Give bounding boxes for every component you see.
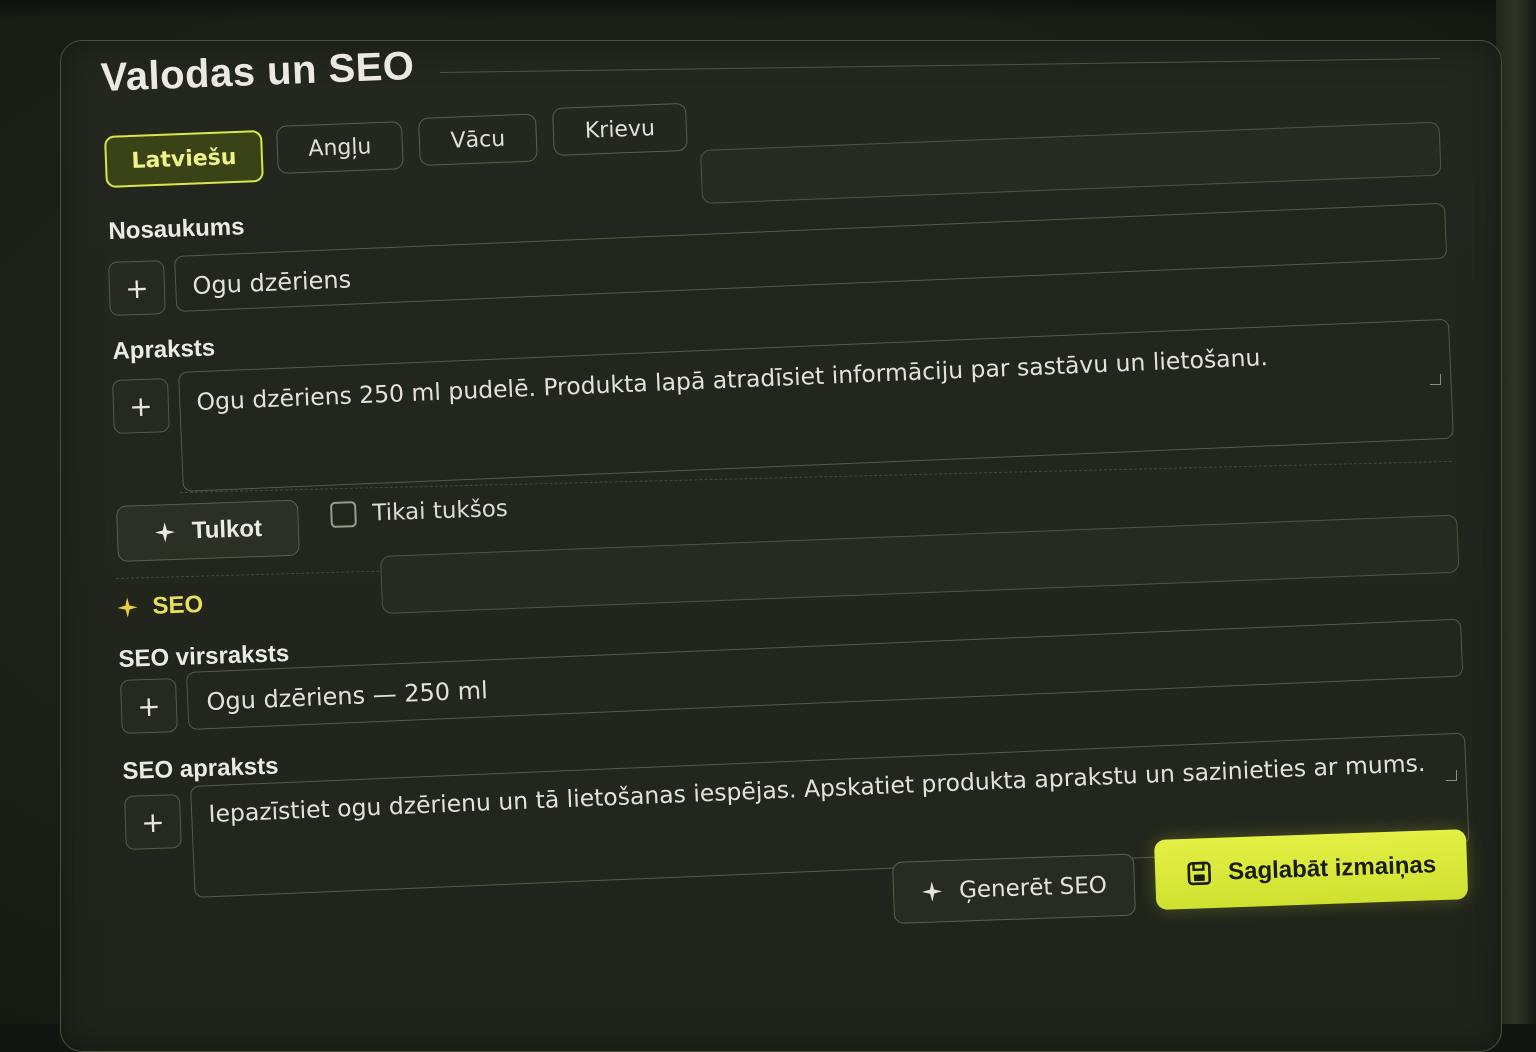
seo-section-heading: SEO (116, 591, 204, 622)
save-changes-button[interactable]: Saglabāt izmaiņas (1154, 829, 1469, 910)
tab-english[interactable]: Angļu (276, 121, 404, 174)
tab-russian[interactable]: Krievu (552, 102, 688, 156)
sparkle-icon (153, 521, 176, 544)
tab-latvian[interactable]: Latviešu (104, 129, 264, 188)
seo-heading-text: SEO (151, 590, 204, 620)
only-empty-checkbox[interactable] (330, 501, 357, 528)
seo-description-label: SEO apraksts (122, 752, 279, 785)
seo-title-add-button[interactable]: + (120, 678, 178, 734)
seo-description-add-button[interactable]: + (124, 794, 182, 850)
sparkle-icon (116, 596, 139, 619)
sparkle-icon (921, 880, 944, 903)
bezel-right (1496, 0, 1536, 1024)
save-changes-label: Saglabāt izmaiņas (1227, 851, 1437, 886)
description-add-button[interactable]: + (112, 378, 170, 434)
resize-grip-icon[interactable] (1446, 770, 1457, 781)
name-add-button[interactable]: + (108, 260, 166, 316)
generate-seo-button[interactable]: Ģenerēt SEO (892, 853, 1137, 924)
save-icon (1186, 860, 1213, 887)
only-empty-label: Tikai tukšos (371, 495, 509, 527)
plus-icon: + (140, 805, 166, 839)
translate-button[interactable]: Tulkot (116, 499, 300, 562)
plus-icon: + (136, 689, 162, 723)
description-label: Apraksts (112, 334, 216, 365)
name-label: Nosaukums (108, 213, 245, 245)
tab-german[interactable]: Vācu (418, 113, 538, 166)
generate-seo-label: Ģenerēt SEO (958, 872, 1108, 904)
plus-icon: + (124, 271, 150, 305)
plus-icon: + (128, 389, 154, 423)
translate-button-label: Tulkot (191, 514, 263, 545)
bezel-top (0, 0, 1536, 18)
resize-grip-icon[interactable] (1430, 374, 1441, 385)
